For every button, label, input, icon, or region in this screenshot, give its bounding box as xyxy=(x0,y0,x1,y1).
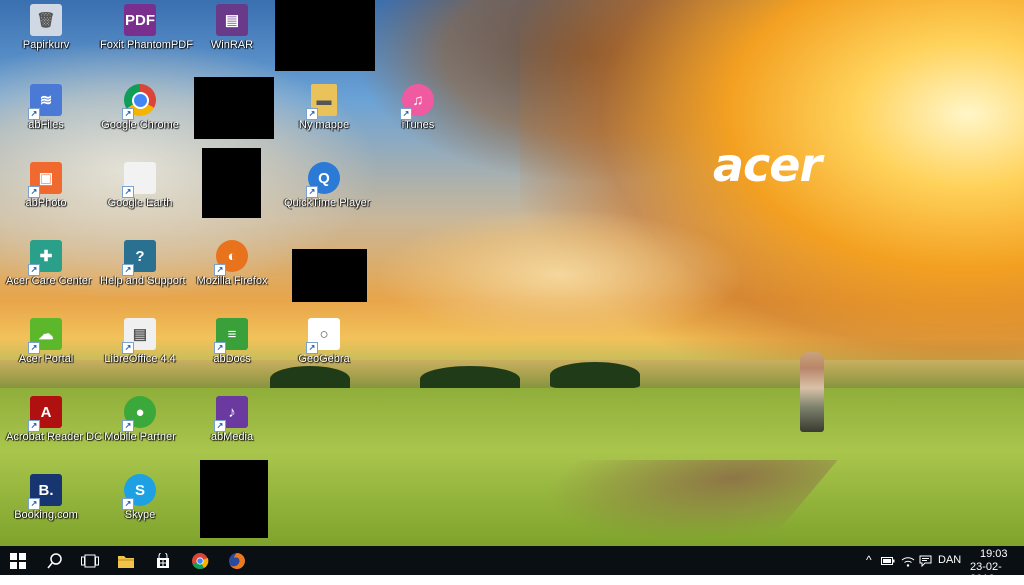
redacted-region xyxy=(194,77,274,139)
clock-date[interactable]: 23-02-2016 xyxy=(970,561,1024,585)
desktop-icon-label: iTunes xyxy=(401,119,435,131)
desktop-icon[interactable]: ○ ↗ GeoGebra xyxy=(284,314,364,386)
redacted-region xyxy=(200,460,268,538)
desktop-icon-label: abMedia xyxy=(210,431,254,443)
wallpaper-person xyxy=(800,352,824,432)
desktop-icon[interactable]: ☁ ↗ Acer Portal xyxy=(6,314,86,386)
desktop-icon-label: Booking.com xyxy=(14,509,78,521)
desktop-icon[interactable]: B. ↗ Booking.com xyxy=(6,470,86,542)
recycle-bin-icon: 🗑 xyxy=(30,4,62,36)
redacted-region xyxy=(292,249,367,302)
desktop-icon[interactable]: 🗑 Papirkurv xyxy=(6,0,86,72)
desktop-icon[interactable]: S ↗ Skype xyxy=(100,470,180,542)
desktop-icon-label: Google Chrome xyxy=(101,119,179,131)
desktop-icon[interactable]: A ↗ Acrobat Reader DC xyxy=(6,392,102,464)
desktop-icon-label: Google Earth xyxy=(107,197,173,209)
winrar-icon: ▤ xyxy=(216,4,248,36)
desktop-icon-label: QuickTime Player xyxy=(284,197,371,209)
show-hidden-icons-button[interactable]: ^ xyxy=(866,553,872,567)
battery-icon[interactable] xyxy=(876,546,900,575)
desktop-icon-label: GeoGebra xyxy=(298,353,350,365)
action-center-icon[interactable] xyxy=(914,546,936,575)
desktop-icon[interactable]: ✚ ↗ Acer Care Center xyxy=(6,236,92,308)
desktop-icon-label: Acrobat Reader DC xyxy=(6,431,102,443)
desktop-icon-label: abFiles xyxy=(28,119,64,131)
desktop-icon-label: Foxit PhantomPDF xyxy=(100,39,193,51)
clock-time[interactable]: 19:03 xyxy=(980,548,1008,560)
store-icon[interactable] xyxy=(145,546,181,575)
desktop-icon-label: LibreOffice 4.4 xyxy=(104,353,176,365)
desktop-icon[interactable]: ≡ ↗ abDocs xyxy=(192,314,272,386)
desktop-icon-label: Ny mappe xyxy=(298,119,350,131)
desktop-icon[interactable]: ♪ ↗ abMedia xyxy=(192,392,272,464)
taskbar: ^ DAN 19:03 23-02-2016 xyxy=(0,546,1024,585)
desktop-icon-label: Skype xyxy=(124,509,156,521)
desktop-icon[interactable]: ◐ ↗ Mozilla Firefox xyxy=(192,236,272,308)
acer-logo: acer xyxy=(713,138,822,192)
desktop-icon[interactable]: ? ↗ Help and Support xyxy=(100,236,186,308)
redacted-region xyxy=(275,0,375,71)
desktop-icon-label: Papirkurv xyxy=(22,39,70,51)
desktop-icon-label: Mozilla Firefox xyxy=(196,275,268,287)
wallpaper-cloud xyxy=(380,210,740,340)
desktop-icon[interactable]: ▤ ↗ LibreOffice 4.4 xyxy=(100,314,180,386)
desktop-icon[interactable]: ≋ ↗ abFiles xyxy=(6,80,86,152)
windows-start-icon[interactable] xyxy=(0,546,36,575)
desktop-icon[interactable]: ↗ Google Chrome xyxy=(100,80,180,152)
desktop-icon-label: WinRAR xyxy=(210,39,254,51)
desktop-icon[interactable]: ▤ WinRAR xyxy=(192,0,272,72)
desktop-icon-label: Acer Portal xyxy=(18,353,74,365)
desktop-icon-label: abDocs xyxy=(213,353,251,365)
desktop-icon[interactable]: ▣ ↗ abPhoto xyxy=(6,158,86,230)
wallpaper-sunset xyxy=(520,0,1024,400)
task-view-icon[interactable] xyxy=(72,546,108,575)
desktop-icon[interactable]: ↗ Google Earth xyxy=(100,158,180,230)
search-icon[interactable] xyxy=(37,546,73,575)
firefox-icon[interactable] xyxy=(219,546,255,575)
chrome-icon[interactable] xyxy=(182,546,218,575)
desktop-icon-label: Mobile Partner xyxy=(104,431,176,443)
foxit-pdf-icon: PDF xyxy=(124,4,156,36)
desktop-icon[interactable]: ♫ ↗ iTunes xyxy=(378,80,458,152)
desktop-icon[interactable]: Q ↗ QuickTime Player xyxy=(284,158,371,230)
redacted-region xyxy=(202,148,261,218)
language-indicator[interactable]: DAN xyxy=(938,554,961,566)
desktop-icon-label: Acer Care Center xyxy=(6,275,92,287)
desktop-icon[interactable]: ▬ ↗ Ny mappe xyxy=(284,80,364,152)
file-explorer-icon[interactable] xyxy=(108,546,144,575)
desktop-icon[interactable]: ● ↗ Mobile Partner xyxy=(100,392,180,464)
desktop-icon-label: Help and Support xyxy=(100,275,186,287)
wallpaper-trees xyxy=(550,362,640,388)
desktop-icon[interactable]: PDF Foxit PhantomPDF xyxy=(100,0,193,72)
desktop-icon-label: abPhoto xyxy=(25,197,67,209)
